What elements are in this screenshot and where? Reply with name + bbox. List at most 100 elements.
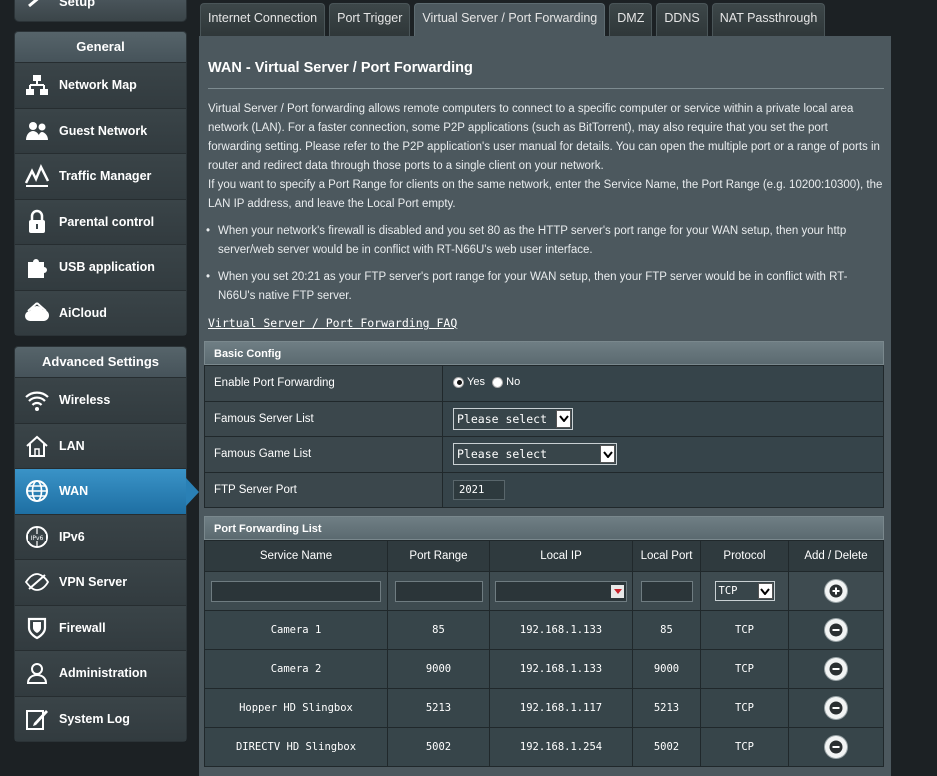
table-row: Camera 1 85 192.168.1.133 85 TCP — [204, 610, 884, 650]
sidebar-item-network-map[interactable]: Network Map — [15, 62, 186, 108]
guest-network-icon — [15, 118, 59, 144]
local-ip-cell: 192.168.1.254 — [489, 727, 633, 767]
radio-no[interactable]: No — [492, 376, 520, 388]
col-port-range: Port Range — [387, 540, 490, 572]
protocol-cell: TCP — [700, 649, 789, 689]
description-paragraph-1: Virtual Server / Port forwarding allows … — [208, 103, 880, 172]
radio-dot — [453, 376, 464, 388]
traffic-manager-icon — [15, 163, 59, 189]
chevron-down-icon — [757, 583, 773, 599]
enable-port-forwarding-label: Enable Port Forwarding — [204, 365, 443, 402]
minus-icon — [829, 740, 843, 754]
sidebar-item-firewall[interactable]: Firewall — [15, 604, 186, 650]
tab-ddns[interactable]: DDNS — [656, 3, 708, 36]
description-paragraph-2: If you want to specify a Port Range for … — [208, 179, 883, 210]
service-name-input[interactable] — [211, 580, 381, 602]
home-icon — [15, 433, 59, 459]
sidebar-item-system-log[interactable]: System Log — [15, 695, 186, 741]
ftp-port-input[interactable]: 2021 — [453, 479, 505, 500]
sidebar-item-parental-control[interactable]: Parental control — [15, 198, 186, 244]
table-row: Famous Server List Please select — [204, 400, 884, 437]
sidebar-item-wan[interactable]: WAN — [15, 468, 199, 514]
content-panel: WAN - Virtual Server / Port Forwarding V… — [199, 36, 891, 776]
user-icon — [15, 660, 59, 686]
service-name-cell: Camera 2 — [204, 649, 388, 689]
famous-game-select[interactable]: Please select — [453, 443, 617, 466]
sidebar-item-lan[interactable]: LAN — [15, 422, 186, 468]
advanced-nav: Advanced Settings Wireless LAN WAN IPv6 … — [14, 346, 199, 742]
port-range-input[interactable] — [394, 580, 483, 602]
sidebar-item-traffic-manager[interactable]: Traffic Manager — [15, 153, 186, 199]
general-nav: General Network Map Guest Network Traffi… — [14, 31, 187, 336]
sidebar-item-guest-network[interactable]: Guest Network — [15, 107, 186, 153]
service-name-cell: Hopper HD Slingbox — [204, 688, 388, 728]
protocol-select[interactable]: TCP — [714, 581, 775, 601]
delete-button[interactable] — [825, 658, 847, 680]
add-button[interactable] — [825, 580, 847, 602]
general-header: General — [15, 32, 186, 62]
sidebar-item-label: Setup — [59, 0, 96, 9]
delete-button[interactable] — [825, 697, 847, 719]
new-entry-row: TCP — [204, 571, 884, 611]
chevron-down-icon — [556, 409, 571, 428]
local-port-input[interactable] — [640, 580, 693, 602]
col-service-name: Service Name — [204, 540, 388, 572]
sidebar-item-label: Administration — [59, 666, 148, 681]
sidebar-item-aicloud[interactable]: AiCloud — [15, 289, 186, 335]
select-value: TCP — [718, 585, 738, 597]
tab-port-trigger[interactable]: Port Trigger — [329, 3, 411, 36]
col-protocol: Protocol — [700, 540, 789, 572]
sidebar-item-label: AiCloud — [59, 305, 107, 320]
sidebar-item-usb-application[interactable]: USB application — [15, 244, 186, 290]
protocol-cell: TCP — [700, 610, 789, 650]
table-row: Hopper HD Slingbox 5213 192.168.1.117 52… — [204, 688, 884, 728]
edit-log-icon — [15, 706, 59, 732]
radio-yes[interactable]: Yes — [453, 376, 485, 388]
port-forwarding-section: Port Forwarding List Service Name Port R… — [204, 516, 884, 767]
service-name-cell: Camera 1 — [204, 610, 388, 650]
sidebar-item-administration[interactable]: Administration — [15, 650, 186, 696]
sidebar-item-wireless[interactable]: Wireless — [15, 377, 186, 423]
puzzle-icon — [15, 254, 59, 280]
famous-game-cell: Please select — [442, 436, 884, 473]
tab-nat-passthrough[interactable]: NAT Passthrough — [711, 3, 826, 36]
tab-virtual-server[interactable]: Virtual Server / Port Forwarding — [414, 3, 606, 36]
table-row: Camera 2 9000 192.168.1.133 9000 TCP — [204, 649, 884, 689]
page-title: WAN - Virtual Server / Port Forwarding — [208, 60, 473, 76]
faq-link[interactable]: Virtual Server / Port Forwarding FAQ — [208, 316, 457, 330]
main-content: Internet Connection Port Trigger Virtual… — [199, 0, 891, 776]
radio-yes-label: Yes — [467, 376, 485, 388]
local-ip-input[interactable] — [495, 580, 627, 602]
advanced-header: Advanced Settings — [15, 347, 186, 377]
table-row: Famous Game List Please select — [204, 436, 884, 473]
basic-config-section: Basic Config Enable Port Forwarding Yes … — [204, 341, 884, 508]
local-port-cell: 5002 — [632, 727, 701, 767]
new-local-ip-cell — [489, 571, 633, 611]
description: Virtual Server / Port forwarding allows … — [208, 100, 884, 214]
famous-server-label: Famous Server List — [204, 400, 443, 437]
radio-dot — [492, 376, 504, 388]
sidebar-item-ipv6[interactable]: IPv6 IPv6 — [15, 513, 186, 559]
sidebar-item-setup[interactable]: Setup — [14, 0, 187, 22]
network-map-icon — [15, 72, 59, 98]
caret-down-icon[interactable] — [611, 584, 624, 598]
sidebar-item-vpn-server[interactable]: VPN Server — [15, 559, 186, 605]
sidebar-item-label: IPv6 — [59, 529, 85, 544]
delete-button[interactable] — [825, 736, 847, 758]
note-item: When you set 20:21 as your FTP server's … — [206, 268, 880, 306]
delete-button[interactable] — [825, 619, 847, 641]
delete-cell — [788, 688, 884, 728]
tab-internet-connection[interactable]: Internet Connection — [200, 3, 326, 36]
tab-dmz[interactable]: DMZ — [609, 3, 653, 36]
wand-icon — [28, 0, 39, 8]
port-range-cell: 5002 — [387, 727, 490, 767]
local-port-cell: 5213 — [632, 688, 701, 728]
enable-port-forwarding-cell: Yes No — [442, 365, 884, 402]
protocol-cell: TCP — [700, 688, 789, 728]
ipv6-globe-icon: IPv6 — [15, 524, 59, 550]
svg-text:IPv6: IPv6 — [31, 535, 44, 542]
new-service-cell — [204, 571, 388, 611]
radio-no-label: No — [506, 376, 521, 388]
table-row: FTP Server Port 2021 — [204, 471, 884, 508]
famous-server-select[interactable]: Please select — [453, 407, 573, 430]
